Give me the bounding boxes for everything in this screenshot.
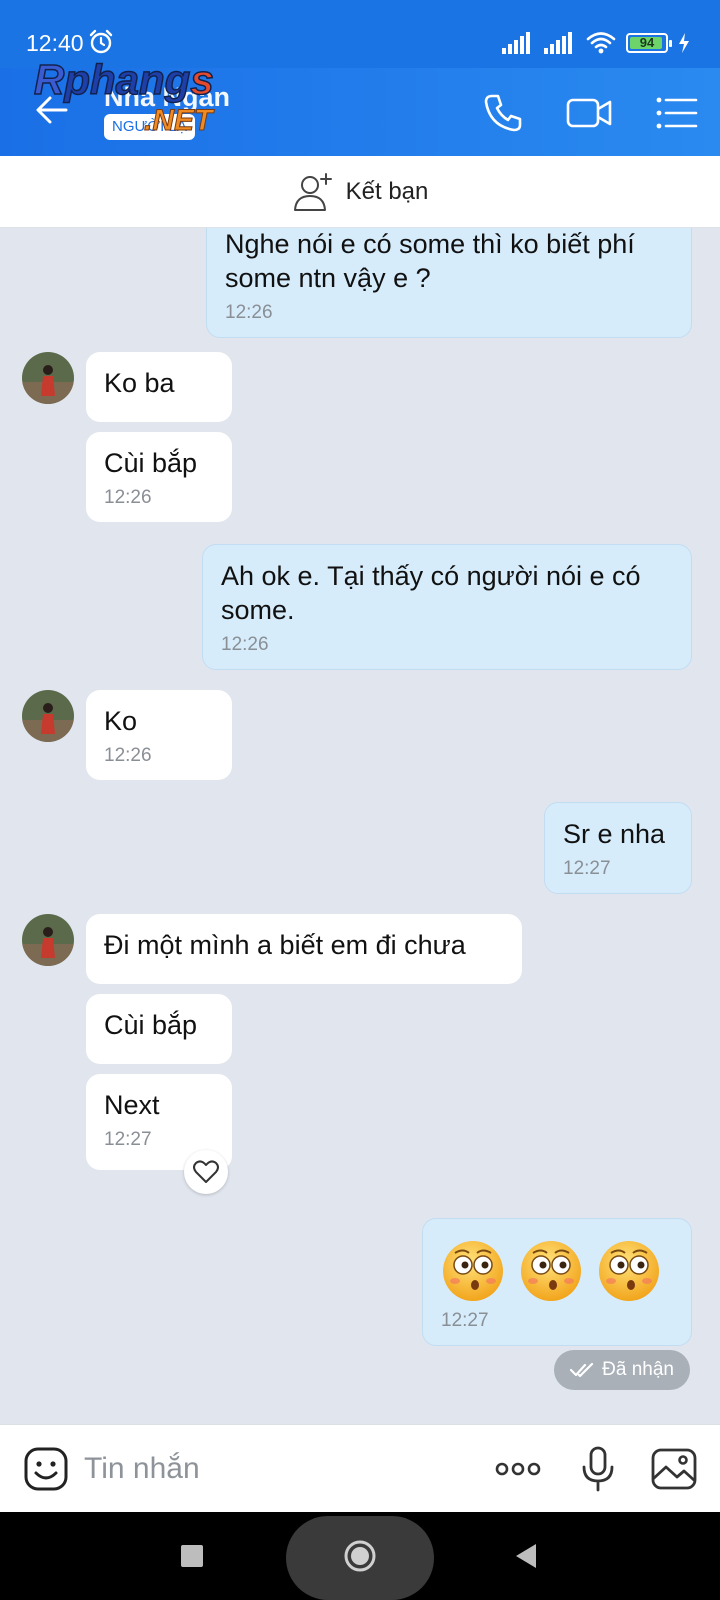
battery-percent: 94: [639, 35, 655, 50]
add-friend-bar[interactable]: Kết bạn: [0, 156, 720, 228]
message-text: Nghe nói e có some thì ko biết phí some …: [225, 229, 635, 293]
svg-text:Rphangs: Rphangs: [34, 58, 214, 103]
flushed-face-emoji: [443, 1241, 503, 1301]
more-icon[interactable]: [494, 1445, 542, 1493]
message-bubble[interactable]: Cùi bắp 12:26: [86, 432, 232, 522]
message-bubble[interactable]: Ko ba: [86, 352, 232, 422]
status-right: 94: [502, 30, 690, 56]
message-input[interactable]: [84, 1447, 464, 1491]
battery-icon: 94: [626, 33, 672, 53]
phone-icon[interactable]: [480, 90, 526, 136]
home-button[interactable]: [336, 1512, 384, 1600]
message-time: 12:26: [225, 302, 273, 323]
add-friend-label: Kết bạn: [345, 177, 429, 205]
home-icon: [344, 1540, 376, 1572]
message-bubble[interactable]: Cùi bắp: [86, 994, 232, 1064]
flushed-face-emoji: [521, 1241, 581, 1301]
received-status-badge: Đã nhận: [554, 1350, 690, 1390]
wifi-icon: [586, 32, 616, 54]
charging-icon: [679, 33, 689, 53]
microphone-icon[interactable]: [574, 1445, 622, 1493]
message-bubble[interactable]: Ko 12:26: [86, 690, 232, 780]
message-bubble[interactable]: Nghe nói e có some thì ko biết phí some …: [206, 228, 692, 338]
watermark-logo: Rphangs .NET: [34, 58, 216, 138]
message-text: Next: [104, 1090, 160, 1120]
avatar[interactable]: [22, 914, 74, 966]
back-button[interactable]: [502, 1512, 550, 1600]
message-text: Đi một mình a biết em đi chưa: [104, 930, 466, 960]
message-text: Ko: [104, 706, 138, 736]
message-text: Cùi bắp: [104, 1010, 198, 1040]
message-time: 12:27: [104, 1129, 152, 1150]
message-bubble[interactable]: Sr e nha 12:27: [544, 802, 692, 894]
recent-apps-button[interactable]: [168, 1512, 216, 1600]
back-triangle-icon: [516, 1544, 536, 1568]
alarm-icon: [89, 29, 113, 54]
menu-icon[interactable]: [654, 90, 700, 136]
system-nav-bar: [0, 1512, 720, 1600]
signal-icon: [502, 32, 530, 54]
message-text: Ko ba: [104, 368, 175, 398]
message-time: 12:27: [563, 858, 611, 879]
message-bubble[interactable]: 12:27: [422, 1218, 692, 1346]
message-time: 12:27: [441, 1310, 489, 1331]
recent-apps-icon: [181, 1545, 203, 1567]
message-time: 12:26: [221, 634, 269, 655]
react-heart-button[interactable]: [184, 1150, 228, 1194]
status-time: 12:40: [26, 30, 84, 56]
message-time: 12:26: [104, 745, 152, 766]
received-status-text: Đã nhận: [602, 1359, 674, 1380]
message-text: Ah ok e. Tại thấy có người nói e có some…: [221, 561, 641, 625]
flushed-face-emoji: [599, 1241, 659, 1301]
emoji-row: [441, 1239, 673, 1303]
signal-icon: [544, 32, 572, 54]
message-text: Cùi bắp: [104, 448, 198, 478]
image-icon[interactable]: [650, 1445, 698, 1493]
add-friend-icon: [293, 172, 332, 211]
svg-text:.NET: .NET: [144, 104, 215, 137]
double-check-icon: [570, 1362, 594, 1378]
sticker-icon[interactable]: [22, 1445, 70, 1493]
message-composer: [0, 1424, 720, 1512]
message-time: 12:26: [104, 487, 152, 508]
chat-area[interactable]: Nghe nói e có some thì ko biết phí some …: [0, 228, 720, 1424]
video-icon[interactable]: [566, 90, 612, 136]
message-bubble[interactable]: Đi một mình a biết em đi chưa: [86, 914, 522, 984]
heart-icon: [193, 1160, 219, 1183]
chat-header: Nha Ngan NGƯỜI LẠ Rphangs .NET: [0, 58, 720, 156]
message-bubble[interactable]: Ah ok e. Tại thấy có người nói e có some…: [202, 544, 692, 670]
message-text: Sr e nha: [563, 819, 666, 849]
avatar[interactable]: [22, 690, 74, 742]
avatar[interactable]: [22, 352, 74, 404]
